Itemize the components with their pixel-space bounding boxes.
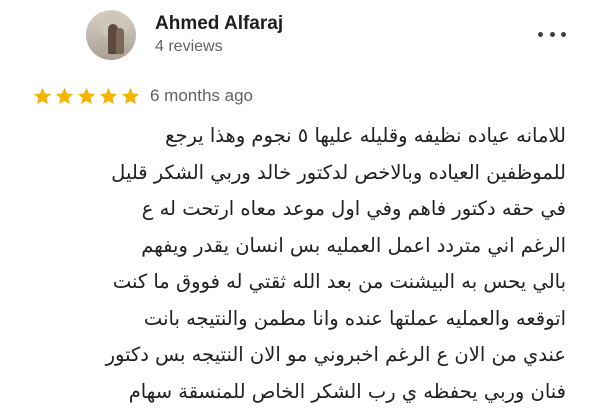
star-icon bbox=[76, 86, 97, 107]
review-date: 6 months ago bbox=[150, 86, 253, 106]
dot bbox=[561, 32, 566, 37]
reviewer-review-count[interactable]: 4 reviews bbox=[155, 38, 223, 56]
review-line: للامانه عياده نظيفه وقليله عليها ٥ نجوم … bbox=[14, 118, 566, 155]
reviewer-name[interactable]: Ahmed Alfaraj bbox=[155, 13, 283, 35]
star-icon bbox=[120, 86, 141, 107]
more-vert-icon[interactable] bbox=[538, 24, 566, 44]
avatar-figure-secondary bbox=[116, 28, 124, 54]
reviewer-avatar[interactable] bbox=[86, 10, 136, 60]
review-line: اتوقعه والعمليه عملتها عنده وانا مطمن وا… bbox=[14, 301, 566, 338]
star-icon bbox=[32, 86, 53, 107]
review-line: للموظفين العياده وبالاخص لدكتور خالد ورب… bbox=[14, 155, 566, 192]
review-text: للامانه عياده نظيفه وقليله عليها ٥ نجوم … bbox=[14, 118, 566, 410]
review-line: فنان وربي يحفظه ي رب الشكر الخاص للمنسقة… bbox=[14, 374, 566, 410]
star-icon bbox=[98, 86, 119, 107]
review-line: الرغم اني متردد اعمل العمليه بس انسان يق… bbox=[14, 228, 566, 265]
review-line: بالي يحس به البيشنت من بعد الله ثقتي له … bbox=[14, 264, 566, 301]
review-line: عندي من الان ع الرغم اخبروني مو الان الن… bbox=[14, 337, 566, 374]
review-line: في حقه دكتور فاهم وفي اول موعد معاه ارتح… bbox=[14, 191, 566, 228]
dot bbox=[550, 32, 555, 37]
star-icon bbox=[54, 86, 75, 107]
star-rating bbox=[32, 86, 141, 107]
dot bbox=[538, 32, 543, 37]
